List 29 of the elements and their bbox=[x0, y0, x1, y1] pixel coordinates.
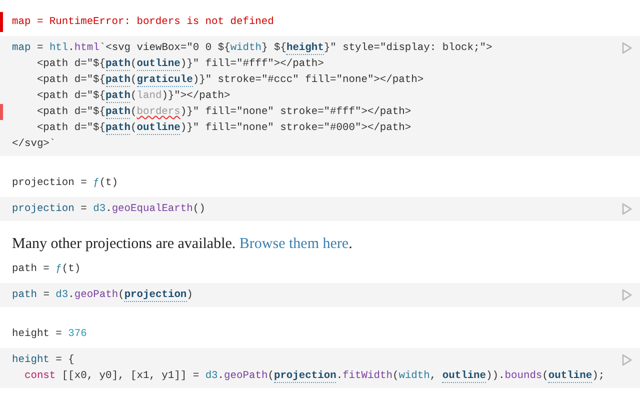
code-line: <path d="${path(outline)}" fill="none" stroke="#000"></path> bbox=[36, 121, 412, 136]
code-line: projection = d3.geoEqualEarth() bbox=[11, 202, 206, 217]
run-button[interactable] bbox=[622, 354, 632, 366]
error-message: map = RuntimeError: borders is not defined bbox=[0, 12, 286, 32]
run-button[interactable] bbox=[622, 288, 632, 300]
code-line: height = { bbox=[11, 352, 74, 368]
code-line: <path d="${path(borders)}" fill="none" stroke="#fff"></path> bbox=[0, 104, 412, 120]
paragraph: Many other projections are available. Browse them here. bbox=[11, 235, 354, 254]
code-cell[interactable]: path = d3.geoPath(projection) bbox=[0, 282, 640, 306]
code-line: <path d="${path(outline)}" fill="#fff"></path> bbox=[36, 57, 324, 72]
run-button[interactable] bbox=[622, 203, 632, 215]
code-line: <path d="${path(land)}"></path> bbox=[36, 89, 230, 104]
code-line: <path d="${path(graticule)}" stroke="#ccc" fill="none"></path> bbox=[36, 73, 424, 88]
play-icon bbox=[622, 42, 632, 54]
cell-output: path = ƒ(t) bbox=[11, 262, 82, 276]
code-line: const [[x0, y0], [x1, y1]] = d3.geoPath(projection.fitWidth(width, outline)).bounds(outline); bbox=[23, 368, 605, 384]
code-line: path = d3.geoPath(projection) bbox=[11, 288, 193, 302]
code-line: </svg>` bbox=[11, 137, 56, 152]
code-cell[interactable]: height = { const [[x0, y0], [x1, y1]] = d3.geoPath(projection.fitWidth(width, outline)).bounds(outline); bbox=[0, 348, 640, 388]
play-icon bbox=[622, 288, 632, 300]
browse-link[interactable]: Browse them here bbox=[239, 236, 349, 252]
play-icon bbox=[622, 203, 632, 215]
code-cell[interactable] bbox=[0, 36, 640, 156]
code-cell[interactable]: projection = d3.geoEqualEarth() bbox=[0, 197, 640, 221]
run-button[interactable] bbox=[622, 42, 632, 54]
cell-output: height = 376 bbox=[11, 326, 88, 342]
cell-output: projection = ƒ(t) bbox=[11, 176, 120, 191]
play-icon bbox=[622, 354, 632, 366]
code-line: map = htl.html`<svg viewBox="0 0 ${width} ${height}" style="display: block;"> bbox=[11, 41, 492, 56]
